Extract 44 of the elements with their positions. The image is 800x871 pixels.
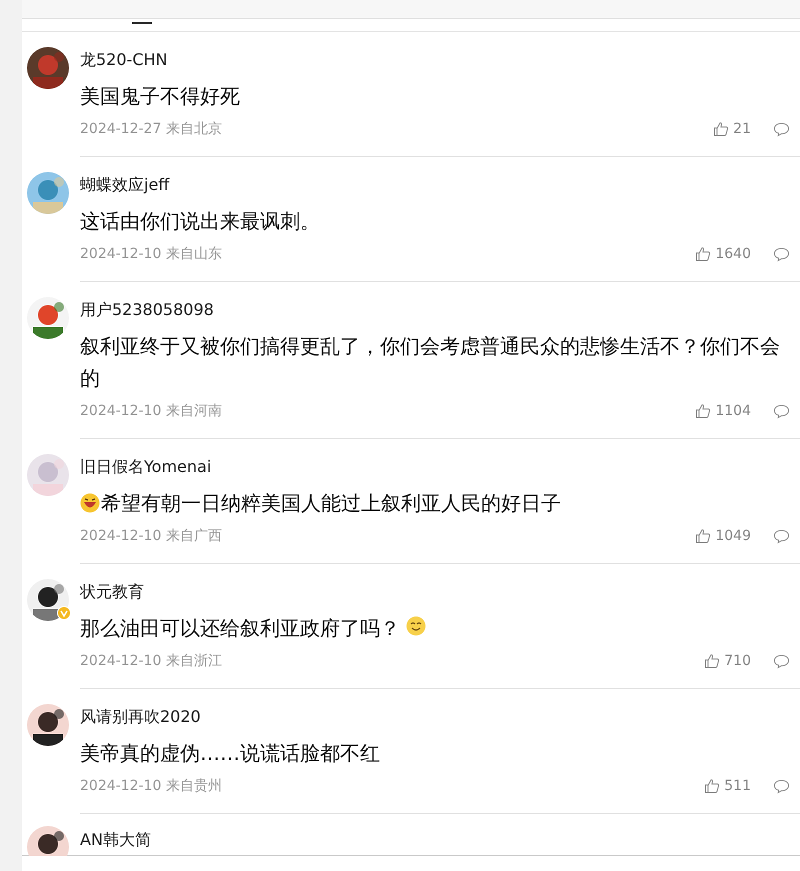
like-button[interactable]: 21 — [713, 118, 751, 140]
thumbs-up-icon — [704, 778, 720, 794]
thumbs-up-icon — [713, 121, 730, 137]
username[interactable]: 龙520-CHN — [80, 48, 790, 72]
like-count: 1104 — [715, 402, 751, 420]
comment-text: 美帝真的虚伪……说谎话脸都不红 — [80, 740, 381, 767]
username[interactable]: 用户5238058098 — [80, 298, 790, 322]
like-count: 1049 — [715, 526, 751, 546]
comment-text: 这话由你们说出来最讽刺。 — [80, 208, 321, 235]
comment-bubble-icon[interactable] — [773, 654, 790, 668]
tab-indicator — [132, 22, 152, 24]
thumbs-up-icon — [695, 403, 712, 419]
username[interactable]: AN韩大简 — [80, 828, 151, 855]
comment-bubble-icon[interactable] — [773, 122, 790, 136]
like-button[interactable]: 511 — [704, 776, 751, 796]
username[interactable]: 状元教育 — [80, 580, 790, 604]
thumbs-up-icon — [704, 653, 720, 669]
username[interactable]: 风请别再吹2020 — [80, 705, 790, 729]
comment-text: 叙利亚终于又被你们搞得更乱了，你们会考虑普通民众的悲惨生活不？你们不会的 — [80, 333, 780, 392]
comment-bubble-icon[interactable] — [773, 404, 790, 418]
thumbs-up-icon — [695, 528, 712, 544]
like-button[interactable]: 1104 — [695, 400, 751, 422]
comment-date: 2024-12-10 来自山东 — [80, 244, 223, 264]
username[interactable]: 旧日假名Yomenai — [80, 455, 790, 479]
thumbs-up-icon — [695, 246, 712, 262]
like-count: 1640 — [715, 244, 751, 264]
like-count: 21 — [733, 120, 751, 138]
like-count: 511 — [724, 776, 751, 796]
comment-date: 2024-12-10 来自河南 — [80, 402, 223, 420]
comment-bubble-icon[interactable] — [773, 528, 790, 544]
like-button[interactable]: 1640 — [695, 244, 751, 264]
comment-text: 那么油田可以还给叙利亚政府了吗？ — [80, 612, 780, 644]
comment-bubble-icon[interactable] — [773, 778, 790, 794]
comment-bubble-icon[interactable] — [773, 246, 790, 262]
comment-date: 2024-12-10 来自广西 — [80, 526, 223, 546]
comment-text: 希望有朝一日纳粹美国人能过上叙利亚人民的好日子 — [80, 487, 780, 519]
comment-date: 2024-12-10 来自浙江 — [80, 652, 223, 670]
comment-text: 美国鬼子不得好死 — [80, 83, 241, 110]
like-count: 710 — [724, 652, 751, 670]
username[interactable]: 蝴蝶效应jeff — [80, 173, 790, 197]
like-button[interactable]: 710 — [704, 650, 751, 672]
comment-date: 2024-12-27 来自北京 — [80, 120, 223, 138]
like-button[interactable]: 1049 — [695, 526, 751, 546]
comment-date: 2024-12-10 来自贵州 — [80, 776, 223, 796]
